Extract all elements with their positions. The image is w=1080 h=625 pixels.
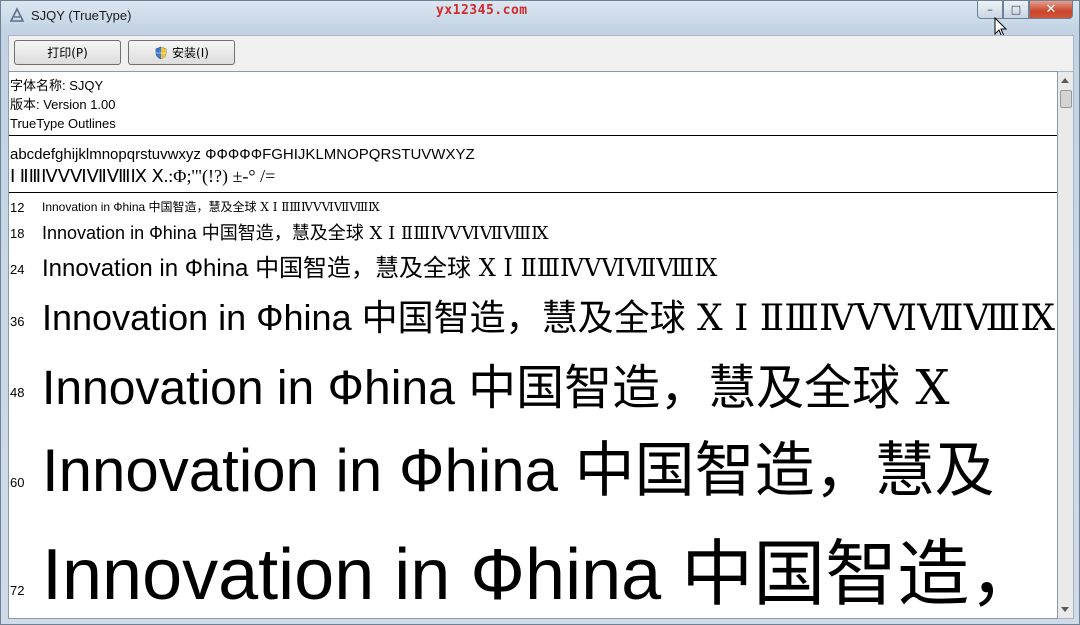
font-info: 字体名称: SJQY 版本: Version 1.00 TrueType Out… bbox=[10, 76, 116, 133]
minimize-icon: – bbox=[987, 3, 993, 16]
font-viewer-icon bbox=[9, 7, 25, 22]
size-label: 60 bbox=[10, 475, 25, 490]
watermark-text: yx12345.com bbox=[436, 3, 528, 18]
sample-line-12: Innovation in Фhina 中国智造，慧及全球 Ⅹ Ⅰ ⅡⅢⅣⅤⅥⅦ… bbox=[42, 198, 380, 215]
charset-line-1: abcdefghijklmnopqrstuvwxyz ФФФФФFGHIJKLM… bbox=[10, 146, 475, 163]
sample-latin: Innovation in Фhina bbox=[42, 362, 469, 415]
close-button[interactable]: ✕ bbox=[1029, 1, 1073, 19]
divider bbox=[9, 135, 1057, 136]
sample-roman: Ⅹ Ⅰ ⅡⅢⅣⅤⅥⅦⅧⅨ bbox=[478, 254, 718, 282]
uac-shield-icon bbox=[155, 46, 167, 59]
scroll-up-icon[interactable] bbox=[1061, 78, 1069, 83]
sample-roman: Ⅹ bbox=[915, 360, 950, 416]
charset-line-2: Ⅰ ⅡⅢⅣⅤⅥⅦⅧⅨ Ⅹ.:Φ;'"(!?) ±-° /= bbox=[10, 166, 276, 186]
size-label: 24 bbox=[10, 262, 25, 277]
font-outline-line: TrueType Outlines bbox=[10, 116, 116, 131]
sample-cjk: 中国智造，慧及全球 bbox=[255, 254, 479, 282]
sample-cjk: 中国智造，慧及全球 bbox=[468, 360, 916, 416]
title-bar[interactable]: SJQY (TrueType) yx12345.com – □ ✕ bbox=[1, 1, 1079, 31]
sample-cjk: 中国智造， bbox=[681, 532, 1042, 616]
font-name-line: 字体名称: SJQY bbox=[10, 78, 104, 93]
divider bbox=[9, 192, 1057, 193]
sample-cjk: 中国智造，慧及全球 bbox=[148, 200, 261, 214]
font-version-line: 版本: Version 1.00 bbox=[10, 97, 116, 112]
print-button[interactable]: 打印(P) bbox=[14, 40, 121, 65]
scroll-down-icon[interactable] bbox=[1061, 607, 1069, 612]
close-icon: ✕ bbox=[1045, 2, 1057, 17]
sample-roman: Ⅹ Ⅰ ⅡⅢⅣⅤⅥⅦⅧⅨ bbox=[260, 200, 380, 214]
sample-line-18: Innovation in Фhina 中国智造，慧及全球 Ⅹ Ⅰ ⅡⅢⅣⅤⅥⅦ… bbox=[42, 219, 549, 245]
sample-latin: Innovation in Фhina bbox=[42, 437, 575, 504]
sample-roman: Ⅹ Ⅰ ⅡⅢⅣⅤⅥⅦⅧⅨ bbox=[369, 223, 549, 244]
sample-latin: Innovation in Фhina bbox=[42, 297, 362, 338]
sample-cjk: 中国智造，慧及全球 bbox=[201, 223, 370, 244]
size-label: 12 bbox=[10, 200, 25, 215]
sample-latin: Innovation in Фhina bbox=[42, 535, 682, 615]
sample-latin: Innovation in Фhina bbox=[42, 200, 149, 214]
scroll-thumb[interactable] bbox=[1060, 90, 1072, 108]
sample-line-48: Innovation in Фhina 中国智造，慧及全球 Ⅹ bbox=[42, 348, 950, 418]
sample-line-60: Innovation in Фhina 中国智造，慧及 bbox=[42, 422, 995, 509]
vertical-scrollbar[interactable] bbox=[1058, 71, 1074, 619]
sample-line-36: Innovation in Фhina 中国智造，慧及全球 Ⅹ Ⅰ ⅡⅢⅣⅤⅥⅦ… bbox=[42, 289, 1055, 341]
caption-buttons: – □ ✕ bbox=[977, 1, 1073, 21]
sample-cjk: 中国智造，慧及 bbox=[574, 436, 995, 506]
restore-icon: □ bbox=[1010, 3, 1022, 16]
size-label: 18 bbox=[10, 226, 25, 241]
sample-latin: Innovation in Фhina bbox=[42, 223, 202, 243]
sample-line-72: Innovation in Фhina 中国智造， bbox=[42, 515, 1042, 618]
font-preview-area[interactable]: 字体名称: SJQY 版本: Version 1.00 TrueType Out… bbox=[8, 71, 1058, 619]
sample-latin: Innovation in Фhina bbox=[42, 255, 256, 282]
install-button-label: 安装(I) bbox=[172, 46, 209, 60]
print-button-label: 打印(P) bbox=[47, 46, 88, 60]
sample-cjk: 中国智造，慧及全球 bbox=[361, 298, 698, 339]
sample-line-24: Innovation in Фhina 中国智造，慧及全球 Ⅹ Ⅰ ⅡⅢⅣⅤⅥⅦ… bbox=[42, 248, 717, 283]
install-button[interactable]: 安装(I) bbox=[128, 40, 235, 65]
size-label: 36 bbox=[10, 314, 25, 329]
toolbar: 打印(P) 安装(I) bbox=[8, 35, 1074, 71]
window-title: SJQY (TrueType) bbox=[31, 8, 132, 23]
size-label: 72 bbox=[10, 583, 25, 598]
font-viewer-window: SJQY (TrueType) yx12345.com – □ ✕ 打印(P) bbox=[0, 0, 1080, 625]
sample-roman: Ⅹ Ⅰ ⅡⅢⅣⅤⅥⅦⅧⅨ bbox=[697, 298, 1056, 339]
size-label: 48 bbox=[10, 385, 25, 400]
